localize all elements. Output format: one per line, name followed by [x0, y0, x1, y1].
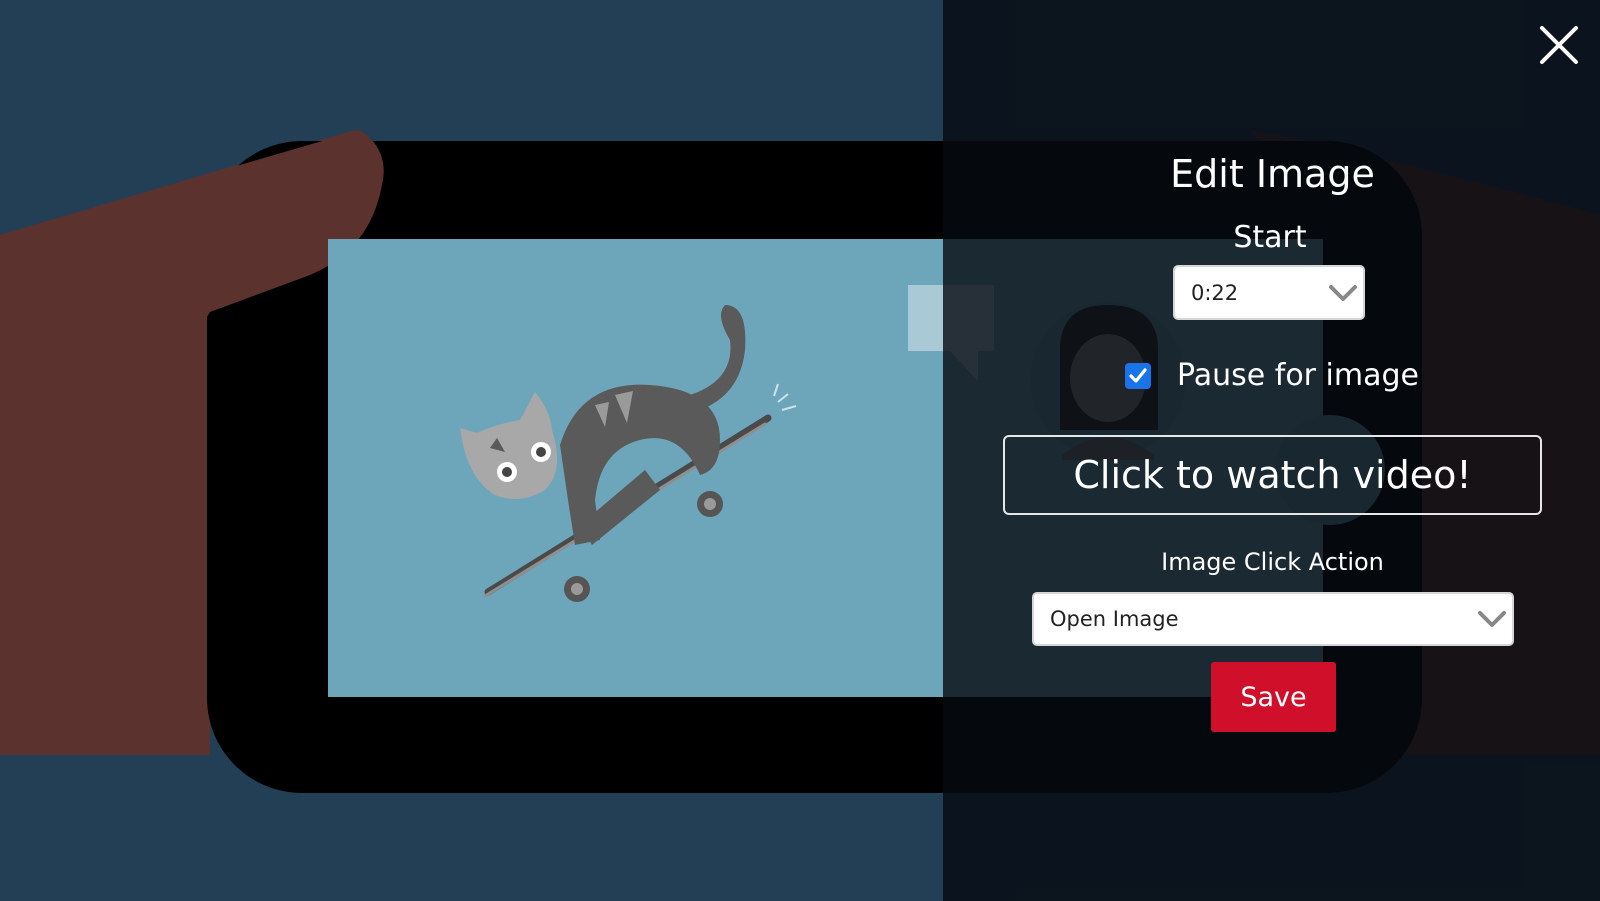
start-time-value: 0:22 [1191, 280, 1239, 305]
panel-title: Edit Image [1170, 152, 1375, 196]
chevron-down-icon [1323, 267, 1363, 318]
close-icon [1540, 26, 1578, 64]
pause-checkbox[interactable] [1125, 362, 1151, 389]
edit-image-panel: Edit Image Start 0:22 Pause for image Im… [1000, 140, 1545, 760]
close-button[interactable] [1536, 22, 1582, 68]
pause-label: Pause for image [1177, 358, 1419, 393]
pause-for-image-option: Pause for image [1125, 358, 1419, 393]
save-button[interactable]: Save [1211, 662, 1336, 732]
click-action-value: Open Image [1050, 607, 1179, 631]
start-label: Start [1233, 220, 1307, 255]
caption-input[interactable] [1003, 435, 1542, 515]
click-action-select[interactable]: Open Image [1032, 592, 1514, 646]
click-action-label: Image Click Action [1161, 548, 1384, 576]
chevron-down-icon [1472, 594, 1512, 644]
video-editor-stage: Edit Image Start 0:22 Pause for image Im… [0, 0, 1600, 901]
check-icon [1129, 367, 1147, 383]
start-time-select[interactable]: 0:22 [1173, 265, 1365, 320]
